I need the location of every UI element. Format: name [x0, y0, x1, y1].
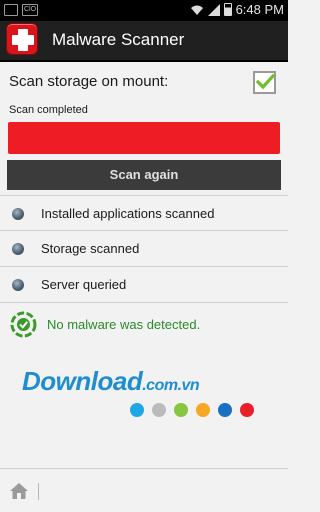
scan-status-text: Scan completed: [9, 104, 88, 116]
notification-badge-icon: ClO: [22, 4, 38, 16]
scan-progress-bar: [8, 122, 280, 154]
clock: 6:48 PM: [235, 2, 284, 17]
scan-status-list: Installed applications scanned Storage s…: [0, 195, 288, 303]
home-icon[interactable]: [9, 482, 29, 500]
watermark-dot: [130, 403, 144, 417]
scan-on-mount-checkbox[interactable]: [253, 71, 276, 94]
watermark-dot: [152, 403, 166, 417]
status-item-applications: Installed applications scanned: [0, 195, 288, 231]
watermark-dot: [174, 403, 188, 417]
divider: [38, 483, 39, 500]
wifi-icon: [190, 5, 203, 15]
shield-ok-icon: [10, 311, 37, 338]
action-bar: Malware Scanner: [0, 21, 288, 62]
scan-on-mount-label: Scan storage on mount:: [9, 73, 169, 90]
scan-again-button[interactable]: Scan again: [7, 160, 281, 190]
status-item-label: Server queried: [41, 277, 127, 292]
status-item-label: Storage scanned: [41, 241, 140, 256]
system-icons: 6:48 PM: [190, 2, 284, 17]
app-logo-icon: [6, 23, 38, 55]
scan-result-label: No malware was detected.: [47, 317, 201, 332]
status-indicator-icon: [12, 243, 24, 255]
watermark-dots: [130, 403, 254, 417]
status-item-storage: Storage scanned: [0, 231, 288, 267]
watermark-dot: [240, 403, 254, 417]
scan-on-mount-row[interactable]: Scan storage on mount:: [0, 65, 288, 101]
status-indicator-icon: [12, 279, 24, 291]
check-icon: [256, 73, 275, 90]
app-title: Malware Scanner: [52, 30, 185, 49]
battery-icon: [223, 3, 232, 16]
signal-icon: [207, 3, 220, 16]
notification-icons: ClO: [4, 4, 38, 16]
status-item-server: Server queried: [0, 267, 288, 303]
watermark-dot: [196, 403, 210, 417]
status-item-label: Installed applications scanned: [41, 206, 215, 221]
watermark-dot: [218, 403, 232, 417]
watermark-logo-text: Download.com.vn: [22, 366, 200, 396]
bottom-bar: [0, 468, 288, 512]
status-indicator-icon: [12, 208, 24, 220]
status-bar: ClO 6:48 PM: [0, 0, 288, 21]
watermark: Download.com.vn: [22, 366, 266, 422]
scan-result-row: No malware was detected.: [0, 307, 288, 343]
image-notification-icon: [4, 4, 18, 16]
